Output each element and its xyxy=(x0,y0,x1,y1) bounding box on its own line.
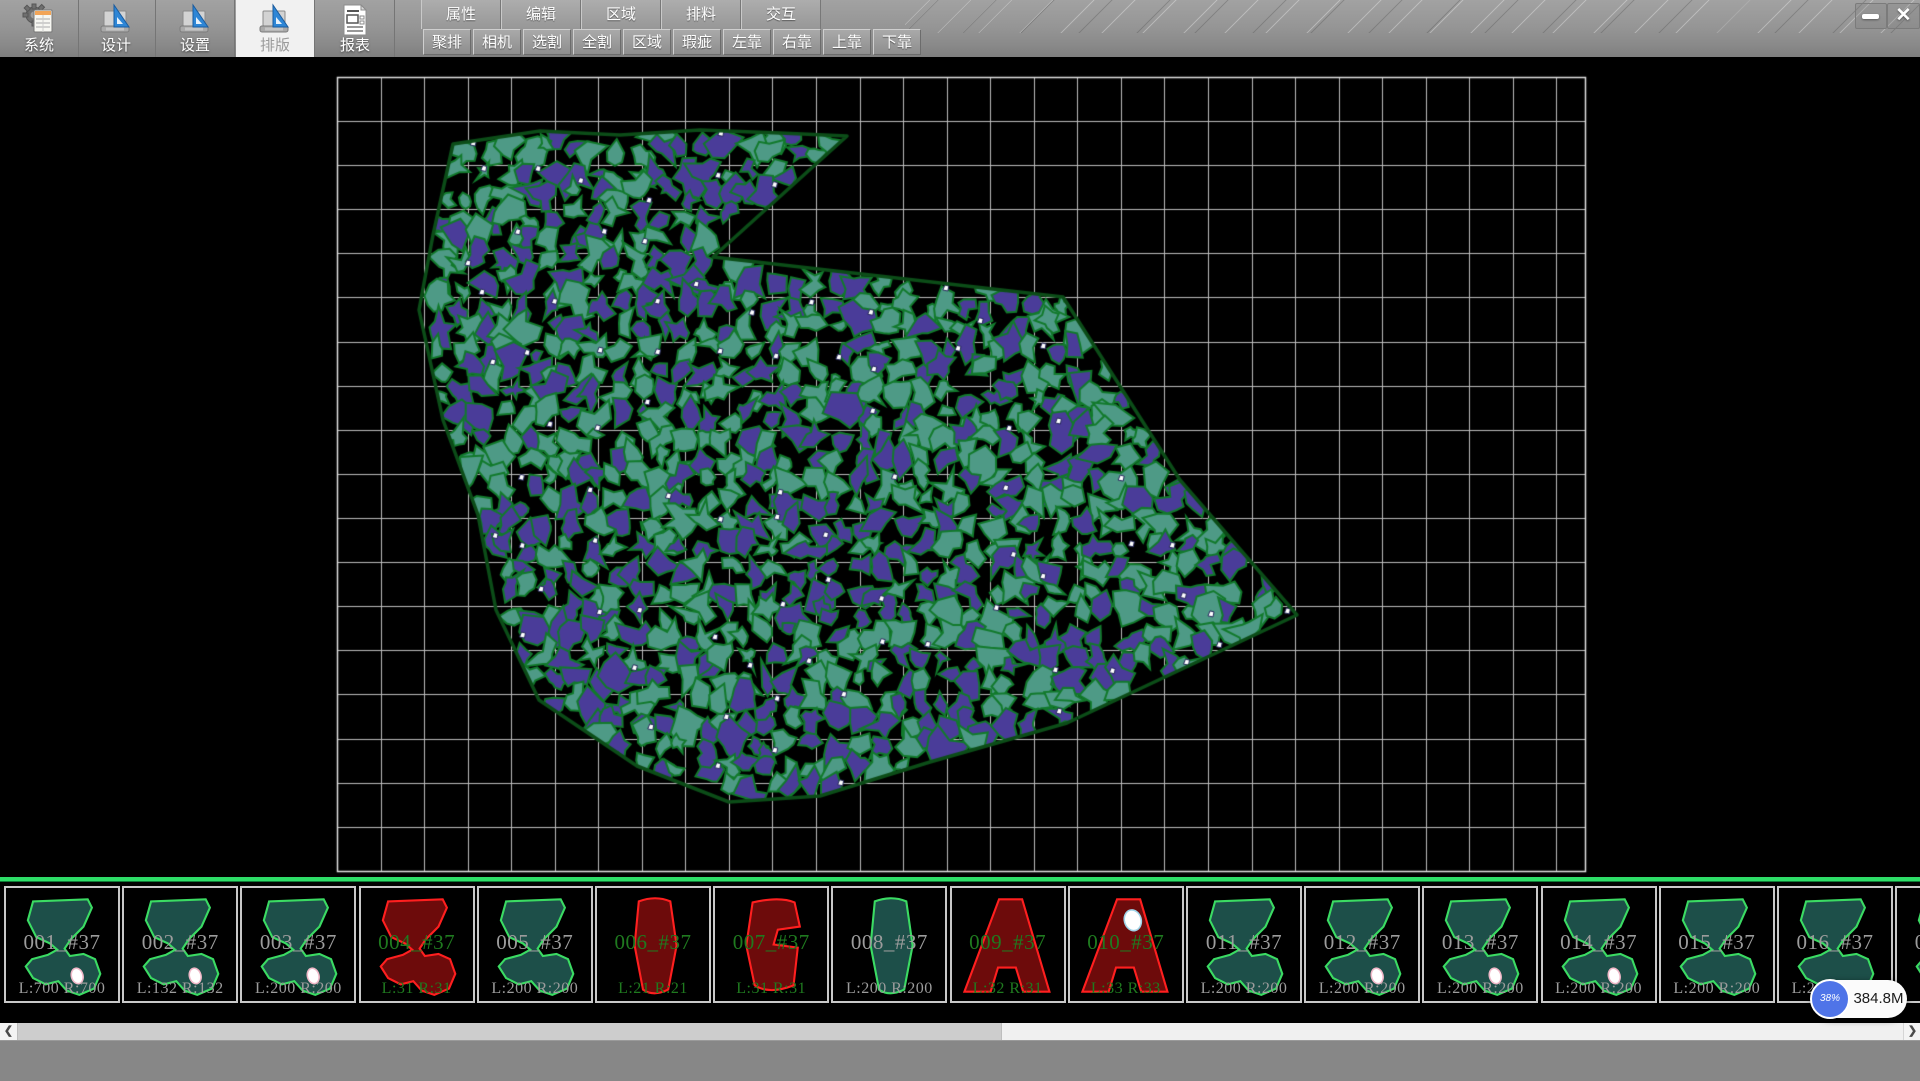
system-gear-icon xyxy=(21,2,57,38)
status-bar xyxy=(0,1040,1920,1081)
action-button-7[interactable]: 左靠 xyxy=(723,29,771,55)
mode-button-label: 设置 xyxy=(156,34,234,55)
action-button-1[interactable]: 聚排 xyxy=(423,29,471,55)
menu-tab-row: 属性编辑区域排料交互 xyxy=(421,0,821,29)
part-cell-005_#37[interactable]: 005_#37 L:200 R:200 xyxy=(477,886,593,1003)
layout-ruler-icon xyxy=(257,2,293,38)
mode-button-1[interactable]: 系统 xyxy=(0,0,79,57)
scrollbar-thumb[interactable] xyxy=(17,1023,1002,1040)
part-name: 017_#37 xyxy=(1897,930,1920,955)
part-lr-count: L:200 R:200 xyxy=(242,980,354,998)
part-cell-003_#37[interactable]: 003_#37 L:200 R:200 xyxy=(240,886,356,1003)
part-name: 009_#37 xyxy=(952,930,1064,955)
menu-tab-2[interactable]: 编辑 xyxy=(501,0,581,29)
mode-button-label: 排版 xyxy=(236,34,314,55)
menu-tab-1[interactable]: 属性 xyxy=(421,0,501,29)
part-name: 003_#37 xyxy=(242,930,354,955)
settings-ruler-icon xyxy=(177,2,213,38)
part-name: 008_#37 xyxy=(833,930,945,955)
part-cell-009_#37[interactable]: 009_#37 L:32 R:31 xyxy=(950,886,1066,1003)
part-name: 012_#37 xyxy=(1306,930,1418,955)
toolbar-texture xyxy=(905,0,1920,33)
progress-badge: 38% xyxy=(1810,979,1850,1019)
menu-tab-5[interactable]: 交互 xyxy=(741,0,821,29)
part-name: 007_#37 xyxy=(715,930,827,955)
part-cell-007_#37[interactable]: 007_#37 L:31 R:31 xyxy=(713,886,829,1003)
part-name: 002_#37 xyxy=(124,930,236,955)
part-lr-count: L:200 R:200 xyxy=(833,980,945,998)
part-name: 010_#37 xyxy=(1070,930,1182,955)
design-ruler-icon xyxy=(98,2,134,38)
part-name: 004_#37 xyxy=(361,930,473,955)
part-name: 014_#37 xyxy=(1543,930,1655,955)
action-button-2[interactable]: 相机 xyxy=(473,29,521,55)
minimize-icon xyxy=(1862,14,1879,19)
part-cell-004_#37[interactable]: 004_#37 L:31 R:31 xyxy=(359,886,475,1003)
mode-button-label: 系统 xyxy=(0,34,78,55)
part-cell-013_#37[interactable]: 013_#37 L:200 R:200 xyxy=(1422,886,1538,1003)
main-toolbar: 系统设计设置排版报表 属性编辑区域排料交互 聚排相机选割全割区域瑕疵左靠右靠上靠… xyxy=(0,0,1920,57)
report-doc-icon xyxy=(337,2,373,38)
part-cell-002_#37[interactable]: 002_#37 L:132 R:132 xyxy=(122,886,238,1003)
part-name: 006_#37 xyxy=(597,930,709,955)
mode-button-2[interactable]: 设计 xyxy=(77,0,156,57)
mode-button-label: 设计 xyxy=(77,34,155,55)
part-name: 013_#37 xyxy=(1424,930,1536,955)
part-lr-count: L:200 R:200 xyxy=(1543,980,1655,998)
close-icon: ✕ xyxy=(1888,4,1919,28)
part-cell-001_#37[interactable]: 001_#37 L:700 R:700 xyxy=(4,886,120,1003)
action-button-6[interactable]: 瑕疵 xyxy=(673,29,721,55)
memory-value: 384.8M xyxy=(1850,980,1907,1018)
action-button-10[interactable]: 下靠 xyxy=(873,29,921,55)
nesting-workspace-canvas[interactable] xyxy=(0,57,1920,877)
part-lr-count: L:31 R:31 xyxy=(715,980,827,998)
mode-button-4[interactable]: 排版 xyxy=(236,0,315,57)
part-lr-count: L:700 R:700 xyxy=(6,980,118,998)
part-name: 001_#37 xyxy=(6,930,118,955)
part-lr-count: L:200 R:200 xyxy=(1306,980,1418,998)
action-button-8[interactable]: 右靠 xyxy=(773,29,821,55)
panel-accent-line-shadow xyxy=(0,881,1920,882)
part-lr-count: L:132 R:132 xyxy=(124,980,236,998)
part-lr-count: L:200 R:200 xyxy=(1661,980,1773,998)
parts-thumbnail-strip: 001_#37L:700 R:700002_#37L:132 R:132003_… xyxy=(0,886,1920,1003)
part-lr-count: L:32 R:31 xyxy=(952,980,1064,998)
part-cell-006_#37[interactable]: 006_#37 L:21 R:21 xyxy=(595,886,711,1003)
parts-scrollbar[interactable]: ❮ ❯ xyxy=(0,1023,1920,1040)
part-name: 016_#37 xyxy=(1779,930,1891,955)
mode-button-5[interactable]: 报表 xyxy=(316,0,395,57)
part-name: 005_#37 xyxy=(479,930,591,955)
scroll-right-button[interactable]: ❯ xyxy=(1903,1023,1920,1040)
scroll-left-button[interactable]: ❮ xyxy=(0,1023,18,1040)
action-button-row: 聚排相机选割全割区域瑕疵左靠右靠上靠下靠 xyxy=(423,29,923,57)
action-button-4[interactable]: 全割 xyxy=(573,29,621,55)
menu-tab-3[interactable]: 区域 xyxy=(581,0,661,29)
mode-button-3[interactable]: 设置 xyxy=(156,0,235,57)
part-lr-count: L:200 R:200 xyxy=(1188,980,1300,998)
menu-tab-4[interactable]: 排料 xyxy=(661,0,741,29)
part-cell-012_#37[interactable]: 012_#37 L:200 R:200 xyxy=(1304,886,1420,1003)
part-lr-count: L:200 R:200 xyxy=(1424,980,1536,998)
part-cell-011_#37[interactable]: 011_#37 L:200 R:200 xyxy=(1186,886,1302,1003)
action-button-9[interactable]: 上靠 xyxy=(823,29,871,55)
part-name: 015_#37 xyxy=(1661,930,1773,955)
part-lr-count: L:21 R:21 xyxy=(597,980,709,998)
part-cell-010_#37[interactable]: 010_#37 L:33 R:33 xyxy=(1068,886,1184,1003)
action-button-3[interactable]: 选割 xyxy=(523,29,571,55)
action-button-5[interactable]: 区域 xyxy=(623,29,671,55)
minimize-button[interactable] xyxy=(1855,3,1887,29)
part-cell-014_#37[interactable]: 014_#37 L:200 R:200 xyxy=(1541,886,1657,1003)
part-cell-008_#37[interactable]: 008_#37 L:200 R:200 xyxy=(831,886,947,1003)
mode-button-label: 报表 xyxy=(316,34,394,55)
part-lr-count: L:31 R:31 xyxy=(361,980,473,998)
part-lr-count: L:33 R:33 xyxy=(1070,980,1182,998)
close-button[interactable]: ✕ xyxy=(1887,3,1920,29)
part-lr-count: L:200 R:200 xyxy=(479,980,591,998)
part-cell-015_#37[interactable]: 015_#37 L:200 R:200 xyxy=(1659,886,1775,1003)
part-name: 011_#37 xyxy=(1188,930,1300,955)
